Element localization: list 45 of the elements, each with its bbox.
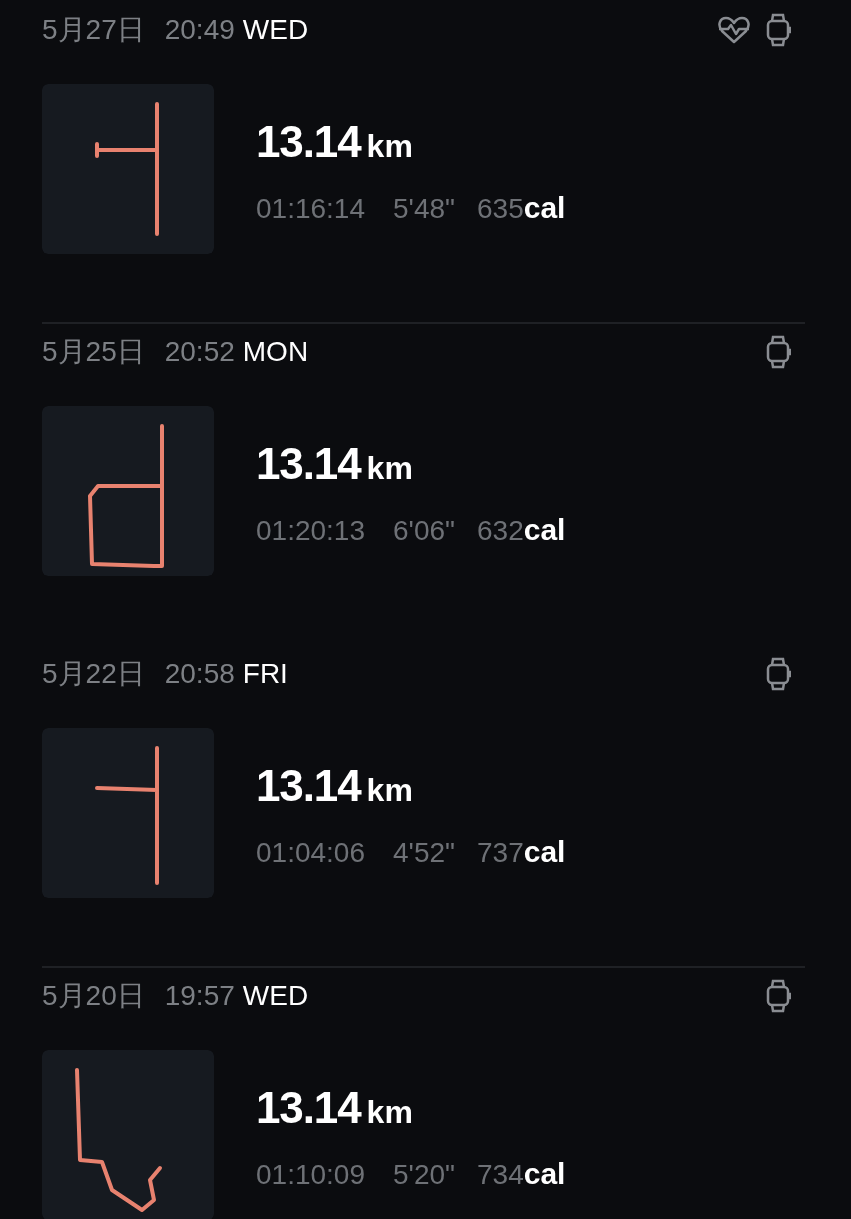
distance-value: 13.14 bbox=[256, 437, 361, 490]
distance-unit: km bbox=[366, 448, 413, 488]
distance-unit: km bbox=[366, 770, 413, 810]
watch-icon bbox=[765, 657, 791, 691]
workout-weekday: FRI bbox=[242, 657, 288, 691]
watch-icon bbox=[765, 13, 791, 47]
workout-date: 5月25日 bbox=[42, 335, 145, 369]
heart-rate-icon bbox=[717, 15, 751, 45]
route-map[interactable] bbox=[42, 406, 214, 576]
route-map[interactable] bbox=[42, 728, 214, 898]
workout-date: 5月27日 bbox=[42, 13, 145, 47]
workout-pace: 6'06" bbox=[393, 513, 455, 548]
workout-weekday: WED bbox=[242, 13, 309, 47]
workout-pace: 4'52" bbox=[393, 835, 455, 870]
watch-icon bbox=[765, 979, 791, 1013]
calories-unit: cal bbox=[523, 189, 566, 226]
workout-duration: 01:20:13 bbox=[256, 513, 365, 548]
calories-value: 632 bbox=[477, 513, 524, 548]
calories-value: 734 bbox=[477, 1157, 524, 1192]
workout-time: 20:49 bbox=[164, 13, 235, 47]
route-map[interactable] bbox=[42, 1050, 214, 1219]
distance-unit: km bbox=[366, 126, 413, 166]
workout-pace: 5'48" bbox=[393, 191, 455, 226]
distance-unit: km bbox=[366, 1092, 413, 1132]
workout-time: 19:57 bbox=[164, 979, 235, 1013]
distance-value: 13.14 bbox=[256, 115, 361, 168]
workout-weekday: WED bbox=[242, 979, 309, 1013]
calories-unit: cal bbox=[523, 833, 566, 870]
distance-value: 13.14 bbox=[256, 1081, 361, 1134]
workout-time: 20:52 bbox=[164, 335, 235, 369]
workout-duration: 01:04:06 bbox=[256, 835, 365, 870]
workout-duration: 01:16:14 bbox=[256, 191, 365, 226]
workout-time: 20:58 bbox=[164, 657, 235, 691]
calories-unit: cal bbox=[523, 511, 566, 548]
distance-value: 13.14 bbox=[256, 759, 361, 812]
workout-weekday: MON bbox=[242, 335, 309, 369]
route-map[interactable] bbox=[42, 84, 214, 254]
workout-pace: 5'20" bbox=[393, 1157, 455, 1192]
calories-value: 737 bbox=[477, 835, 524, 870]
calories-value: 635 bbox=[477, 191, 524, 226]
calories-unit: cal bbox=[523, 1155, 566, 1192]
workout-date: 5月20日 bbox=[42, 979, 145, 1013]
watch-icon bbox=[765, 335, 791, 369]
workout-duration: 01:10:09 bbox=[256, 1157, 365, 1192]
workout-date: 5月22日 bbox=[42, 657, 145, 691]
